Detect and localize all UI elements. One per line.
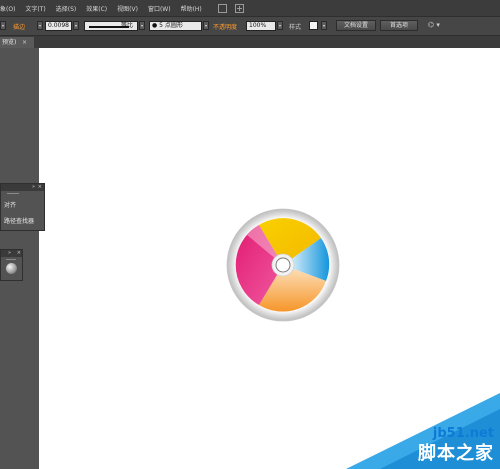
appearance-sphere-icon[interactable] — [6, 263, 17, 274]
collapse-panel-icon[interactable]: » — [32, 184, 35, 191]
bridge-icon[interactable] — [217, 3, 227, 13]
stroke-profile-select[interactable]: 等比 — [84, 21, 138, 31]
menu-bar: 象(O) 文字(T) 选择(S) 效果(C) 视图(V) 窗口(W) 帮助(H) — [0, 0, 500, 16]
menu-select[interactable]: 选择(S) — [56, 4, 77, 13]
style-dropdown[interactable] — [321, 21, 327, 30]
stroke-weight-field[interactable]: 0.0098 — [45, 21, 72, 31]
arrange-documents-icon[interactable] — [234, 3, 244, 13]
stroke-profile-dropdown[interactable] — [139, 21, 145, 30]
disc-artwork[interactable] — [223, 205, 343, 325]
panel-item-align[interactable]: 对齐 — [4, 200, 16, 209]
dock-header[interactable]: » × — [1, 250, 22, 257]
align-pathfinder-panel: » × 对齐 路径查找器 — [0, 183, 45, 231]
menu-type[interactable]: 文字(T) — [25, 4, 45, 13]
tab-close-icon[interactable]: × — [22, 37, 27, 48]
expand-dock-icon[interactable]: » — [8, 250, 11, 257]
panel-item-pathfinder[interactable]: 路径查找器 — [4, 216, 34, 225]
appearance-dock-panel: » × — [0, 249, 23, 281]
panel-header[interactable]: » × — [1, 184, 44, 191]
stroke-label[interactable]: 描边 — [13, 22, 25, 31]
opacity-field[interactable]: 100% — [246, 21, 276, 31]
brush-label: 5 点圆形 — [159, 22, 183, 29]
fill-dropdown[interactable] — [0, 21, 6, 30]
menu-window[interactable]: 窗口(W) — [148, 4, 171, 13]
stroke-weight-dropdown[interactable] — [73, 21, 79, 30]
stroke-weight-spinner[interactable] — [37, 21, 43, 30]
menu-effect[interactable]: 效果(C) — [86, 4, 107, 13]
artboard-canvas[interactable]: jb51.net 脚本之家 — [39, 48, 500, 469]
preferences-button[interactable]: 首选项 — [380, 20, 418, 31]
document-setup-button[interactable]: 文档设置 — [336, 20, 376, 31]
watermark-brand: 脚本之家 — [418, 443, 494, 464]
opacity-dropdown[interactable] — [277, 21, 283, 30]
panel-grip[interactable] — [7, 193, 19, 194]
watermark: jb51.net 脚本之家 — [340, 389, 500, 469]
style-label: 样式 — [289, 24, 302, 31]
dock-grip[interactable] — [6, 259, 16, 260]
style-swatch[interactable] — [309, 21, 318, 30]
document-tab-bar: 预览) × — [0, 36, 500, 48]
opacity-label[interactable]: 不透明度 — [213, 22, 237, 31]
tab-document-preview[interactable]: 预览) × — [0, 37, 34, 48]
brush-dropdown[interactable] — [203, 21, 209, 30]
menu-help[interactable]: 帮助(H) — [181, 4, 202, 13]
brush-dot-icon: ● — [152, 22, 158, 29]
control-bar: 描边 0.0098 等比 ● 5 点圆形 不透明度 100% 样式 文档设置 首… — [0, 16, 500, 36]
close-panel-icon[interactable]: × — [38, 184, 42, 191]
workspace-switcher-icon[interactable]: ⌬ ▾ — [428, 21, 440, 29]
tab-label: 预览) — [2, 39, 17, 46]
disc-hole — [275, 257, 291, 273]
menu-object[interactable]: 象(O) — [0, 4, 15, 13]
stroke-profile-label: 等比 — [120, 22, 133, 29]
close-dock-icon[interactable]: × — [17, 250, 21, 257]
menu-view[interactable]: 视图(V) — [117, 4, 138, 13]
brush-select[interactable]: ● 5 点圆形 — [149, 21, 202, 31]
